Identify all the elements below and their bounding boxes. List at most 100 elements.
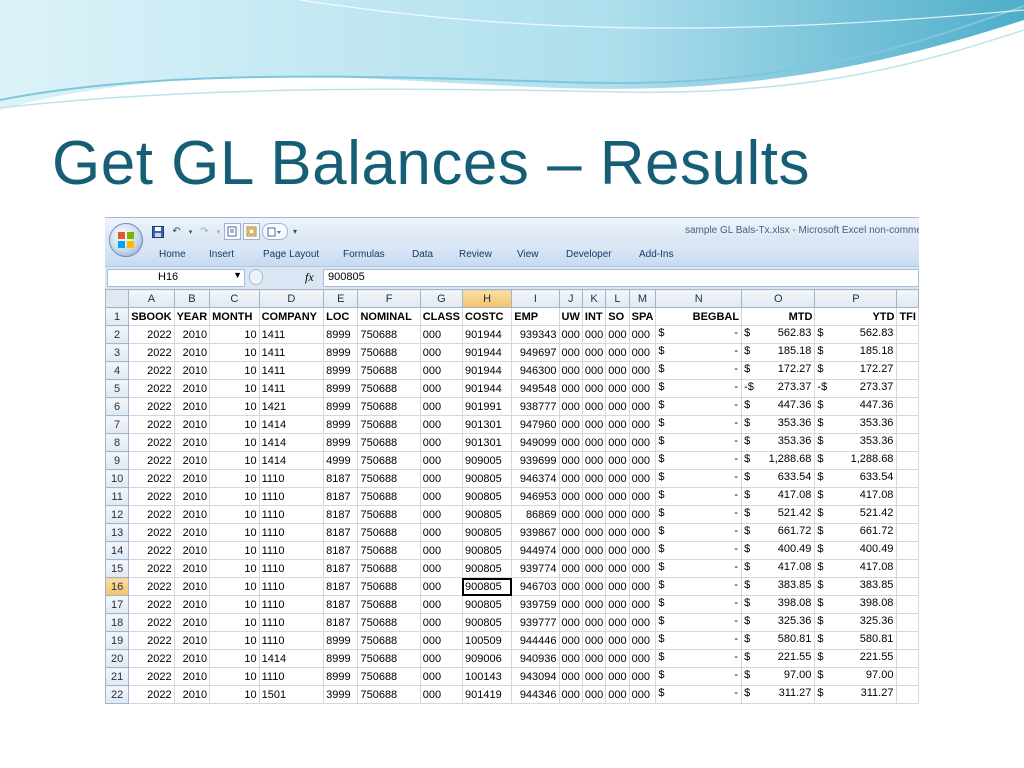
currency-cell[interactable]: $580.81 xyxy=(814,631,898,650)
cell[interactable]: 2022 xyxy=(128,397,175,416)
cell[interactable]: 750688 xyxy=(357,613,421,632)
cell[interactable] xyxy=(896,361,919,380)
currency-cell[interactable]: $ - xyxy=(655,613,743,632)
cell[interactable]: 000 xyxy=(558,379,583,398)
cell[interactable]: 750688 xyxy=(357,667,421,686)
cell[interactable]: 000 xyxy=(581,433,607,452)
cell[interactable]: 8187 xyxy=(323,577,359,596)
redo-dropdown-icon[interactable]: ▾ xyxy=(215,223,222,240)
cell[interactable]: 2022 xyxy=(128,667,175,686)
cell[interactable]: 2010 xyxy=(173,559,211,578)
currency-cell[interactable]: $ - xyxy=(655,577,743,596)
cell[interactable]: 2010 xyxy=(173,415,211,434)
cell[interactable]: 900805 xyxy=(461,487,513,506)
cell[interactable]: 750688 xyxy=(357,505,421,524)
header-cell[interactable]: MONTH xyxy=(209,307,260,326)
cell[interactable]: 10 xyxy=(209,523,260,542)
cell[interactable]: 000 xyxy=(558,397,583,416)
cell[interactable]: 909005 xyxy=(461,451,513,470)
cell[interactable]: 944974 xyxy=(511,541,560,560)
cell[interactable]: 000 xyxy=(558,649,583,668)
cell[interactable]: 000 xyxy=(419,649,463,668)
cell[interactable]: 949548 xyxy=(511,379,560,398)
currency-cell[interactable]: $400.49 xyxy=(814,541,898,560)
active-cell[interactable]: 900805 xyxy=(461,577,513,596)
currency-cell[interactable]: $97.00 xyxy=(741,667,816,686)
currency-cell[interactable]: $ - xyxy=(655,487,743,506)
cell[interactable]: 10 xyxy=(209,379,260,398)
cell[interactable]: 000 xyxy=(605,667,630,686)
cell[interactable]: 939867 xyxy=(511,523,560,542)
cell[interactable]: 900805 xyxy=(461,613,513,632)
currency-cell[interactable]: -$ 273.37 xyxy=(814,379,898,398)
cell[interactable]: 8187 xyxy=(323,595,359,614)
cell[interactable]: 901944 xyxy=(461,325,513,344)
cell[interactable]: 8187 xyxy=(323,559,359,578)
column-header[interactable]: D xyxy=(258,289,325,308)
cell[interactable]: 2022 xyxy=(128,361,175,380)
cell[interactable]: 2022 xyxy=(128,631,175,650)
cell[interactable]: 750688 xyxy=(357,343,421,362)
cell[interactable]: 000 xyxy=(605,595,630,614)
cell[interactable]: 000 xyxy=(628,667,657,686)
cell[interactable]: 2010 xyxy=(173,451,211,470)
fx-icon[interactable]: fx xyxy=(305,270,314,285)
cell[interactable]: 3999 xyxy=(323,685,359,704)
cell[interactable]: 2010 xyxy=(173,487,211,506)
cell[interactable]: 000 xyxy=(581,379,607,398)
cell[interactable]: 000 xyxy=(581,487,607,506)
cell[interactable]: 10 xyxy=(209,433,260,452)
cell[interactable]: 2010 xyxy=(173,541,211,560)
column-header[interactable]: N xyxy=(655,289,743,308)
cell[interactable]: 000 xyxy=(581,523,607,542)
cell[interactable]: 10 xyxy=(209,451,260,470)
cell[interactable]: 900805 xyxy=(461,469,513,488)
cell[interactable]: 000 xyxy=(419,595,463,614)
currency-cell[interactable]: $353.36 xyxy=(741,433,816,452)
currency-cell[interactable]: $ - xyxy=(655,469,743,488)
cell[interactable]: 2022 xyxy=(128,613,175,632)
row-header[interactable]: 2 xyxy=(105,325,130,344)
cell[interactable]: 2010 xyxy=(173,685,211,704)
cell[interactable]: 750688 xyxy=(357,631,421,650)
cell[interactable]: 000 xyxy=(419,685,463,704)
cell[interactable]: 901301 xyxy=(461,433,513,452)
cell[interactable]: 1110 xyxy=(258,487,325,506)
cell[interactable]: 2010 xyxy=(173,667,211,686)
cell[interactable]: 000 xyxy=(605,631,630,650)
header-cell[interactable]: UW xyxy=(558,307,583,326)
currency-cell[interactable]: $ - xyxy=(655,415,743,434)
cell[interactable]: 901944 xyxy=(461,379,513,398)
cell[interactable]: 2022 xyxy=(128,325,175,344)
header-cell[interactable]: SBOOK xyxy=(128,307,175,326)
cell[interactable] xyxy=(896,397,919,416)
cell[interactable]: 000 xyxy=(605,397,630,416)
currency-cell[interactable]: $447.36 xyxy=(814,397,898,416)
cell[interactable]: 000 xyxy=(628,487,657,506)
column-header[interactable]: C xyxy=(209,289,260,308)
cell[interactable]: 000 xyxy=(605,343,630,362)
cell[interactable]: 000 xyxy=(419,487,463,506)
row-header[interactable]: 10 xyxy=(105,469,130,488)
currency-cell[interactable]: $353.36 xyxy=(741,415,816,434)
column-header[interactable] xyxy=(896,289,919,308)
cell[interactable]: 2022 xyxy=(128,595,175,614)
cell[interactable] xyxy=(896,325,919,344)
currency-cell[interactable]: $417.08 xyxy=(741,559,816,578)
cell[interactable]: 2010 xyxy=(173,649,211,668)
currency-cell[interactable]: $398.08 xyxy=(741,595,816,614)
cell[interactable]: 900805 xyxy=(461,559,513,578)
currency-cell[interactable]: $562.83 xyxy=(814,325,898,344)
cell[interactable]: 000 xyxy=(605,685,630,704)
select-all-corner[interactable] xyxy=(105,289,130,308)
cell[interactable]: 10 xyxy=(209,325,260,344)
cell[interactable]: 750688 xyxy=(357,379,421,398)
cell[interactable]: 000 xyxy=(628,613,657,632)
column-header[interactable]: F xyxy=(357,289,421,308)
cell[interactable]: 000 xyxy=(419,397,463,416)
cell[interactable]: 939777 xyxy=(511,613,560,632)
cell[interactable]: 944346 xyxy=(511,685,560,704)
header-cell[interactable]: INT xyxy=(581,307,607,326)
currency-cell[interactable]: $ - xyxy=(655,541,743,560)
name-box[interactable]: H16 ▼ xyxy=(107,269,245,287)
